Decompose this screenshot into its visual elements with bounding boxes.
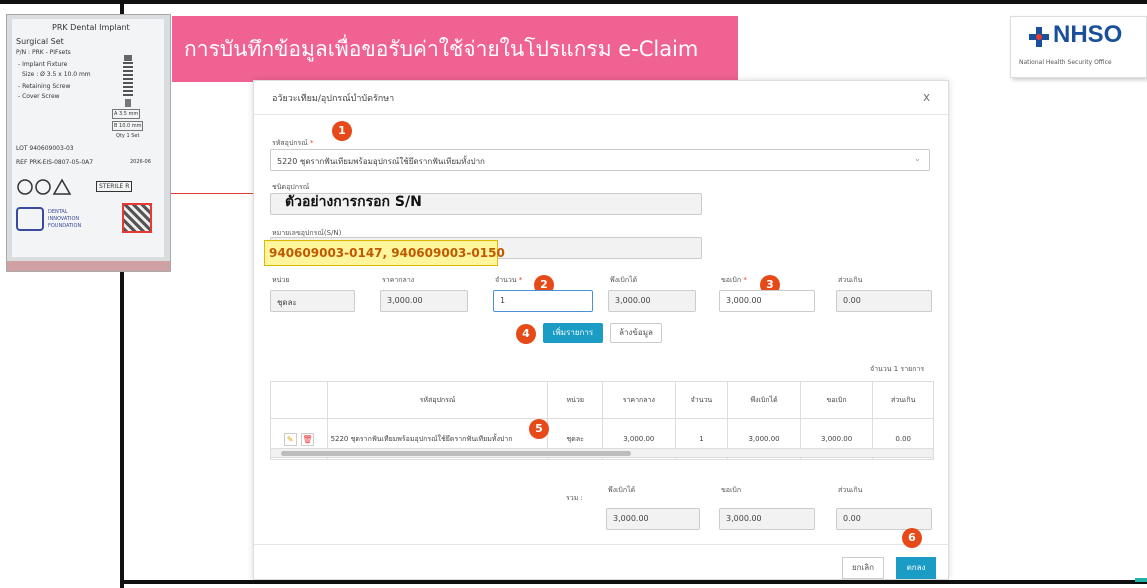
modal-title: อวัยวะเทียม/อุปกรณ์บำบัดรักษา <box>272 94 395 104</box>
foundation-line-2: INNOVATION <box>48 216 80 222</box>
label-dim-b: B 10.0 mm <box>112 121 144 131</box>
label-set: Surgical Set <box>16 37 64 46</box>
item-count: จำนวน 1 รายการ <box>870 365 925 373</box>
total-label: รวม : <box>566 494 583 502</box>
request-input[interactable]: 3,000.00 <box>719 290 815 312</box>
serial-number-example: 940609003-0147, 940609003-0150 <box>264 240 505 266</box>
product-label-inner: PRK Dental Implant Surgical Set P/N : PR… <box>12 19 164 257</box>
nhso-logo: NHSO National Health Security Office <box>1010 16 1147 78</box>
sn-example-caption: ตัวอย่างการกรอก S/N <box>285 194 422 210</box>
scrollbar-thumb[interactable] <box>281 451 631 456</box>
accent-line <box>1135 578 1147 582</box>
label-dim-a: A 3.5 mm <box>112 109 141 119</box>
total-claimable-field[interactable]: 3,000.00 <box>606 508 700 530</box>
logo-subtitle: National Health Security Office <box>1019 59 1112 66</box>
modal-header-divider <box>254 114 948 115</box>
label-bottom-strip <box>7 261 170 271</box>
label-brand: PRK Dental Implant <box>52 23 130 32</box>
step-badge-6: 6 <box>902 528 922 548</box>
excess-label: ส่วนเกิน <box>838 276 863 284</box>
logo-text: NHSO <box>1053 21 1123 48</box>
claimable-label: พึงเบิกได้ <box>610 276 638 284</box>
quantity-label: จำนวน * <box>495 276 523 284</box>
nhso-logo-icon <box>1029 27 1049 47</box>
bottom-border <box>120 580 1147 584</box>
foundation-line-1: DENTAL <box>48 209 68 215</box>
qr-code-icon <box>122 203 152 233</box>
table-header-code: รหัสอุปกรณ์ <box>326 381 549 419</box>
label-line-2: Size : Ø 3.5 x 10.0 mm <box>22 71 91 78</box>
label-line-3: - Retaining Screw <box>18 83 71 90</box>
table-header-request: ขอเบิก <box>799 381 874 419</box>
unit-field[interactable]: ชุดละ <box>270 290 355 312</box>
regulatory-symbols-icon <box>17 178 72 195</box>
total-excess-field[interactable]: 0.00 <box>836 508 932 530</box>
close-icon[interactable]: x <box>923 90 930 104</box>
request-label: ขอเบิก * <box>721 276 747 284</box>
product-label-image: PRK Dental Implant Surgical Set P/N : PR… <box>6 14 171 272</box>
edit-icon[interactable]: ✎ <box>283 432 297 446</box>
foundation-line-3: FOUNDATION <box>48 223 82 229</box>
table-header-claimable: พึงเบิกได้ <box>727 381 801 419</box>
table-header-price: ราคากลาง <box>602 381 676 419</box>
unit-label: หน่วย <box>272 276 290 284</box>
total-request-field[interactable]: 3,000.00 <box>719 508 815 530</box>
quantity-input[interactable]: 1 <box>493 290 593 312</box>
step-badge-5: 5 <box>529 419 549 439</box>
table-header-qty: จำนวน <box>674 381 729 419</box>
add-item-button[interactable]: เพิ่มรายการ <box>543 323 603 343</box>
claimable-field[interactable]: 3,000.00 <box>608 290 696 312</box>
page-banner-title: การบันทึกข้อมูลเพื่อขอรับค่าใช้จ่ายในโปร… <box>172 16 738 82</box>
label-qty: Qty 1 Set <box>116 133 140 139</box>
device-modal: อวัยวะเทียม/อุปกรณ์บำบัดรักษา x รหัสอุปก… <box>253 80 949 580</box>
step-badge-4: 4 <box>516 324 536 344</box>
label-lot: LOT 940609003-03 <box>16 145 74 152</box>
modal-footer-divider <box>254 544 948 545</box>
label-line-4: - Cover Screw <box>18 93 60 100</box>
table-header-unit: หน่วย <box>547 381 604 419</box>
cancel-button[interactable]: ยกเลิก <box>842 557 884 579</box>
total-excess-label: ส่วนเกิน <box>838 486 863 494</box>
label-date: 2026-06 <box>130 159 151 165</box>
delete-icon[interactable]: 🗑 <box>300 432 314 446</box>
ok-button[interactable]: ตกลง <box>896 557 936 579</box>
top-border <box>0 0 1147 4</box>
table-header-excess: ส่วนเกิน <box>872 381 934 419</box>
table-header-actions <box>270 381 328 419</box>
label-sterile: STERILE R <box>96 181 133 192</box>
device-code-label: รหัสอุปกรณ์ * <box>272 139 314 147</box>
chevron-down-icon[interactable]: ⌄ <box>914 154 921 163</box>
total-claimable-label: พึงเบิกได้ <box>608 486 636 494</box>
clear-data-button[interactable]: ล้างข้อมูล <box>610 323 662 343</box>
label-pn: P/N : PRK - PIFsets <box>16 49 71 56</box>
implant-drawing-icon <box>123 55 133 107</box>
device-code-select[interactable]: 5220 ชุดรากฟันเทียมพร้อมอุปกรณ์ใช้ยึดราก… <box>270 149 930 171</box>
price-field[interactable]: 3,000.00 <box>380 290 468 312</box>
table-horizontal-scrollbar[interactable] <box>270 448 934 458</box>
foundation-logo-icon <box>16 207 44 231</box>
step-badge-1: 1 <box>332 121 352 141</box>
total-request-label: ขอเบิก <box>721 486 742 494</box>
label-ref: REF PRK-EIS-0807-05-0A7 <box>16 159 94 166</box>
label-line-1: - Implant Fixture <box>18 61 68 68</box>
excess-field[interactable]: 0.00 <box>836 290 932 312</box>
price-label: ราคากลาง <box>382 276 415 284</box>
